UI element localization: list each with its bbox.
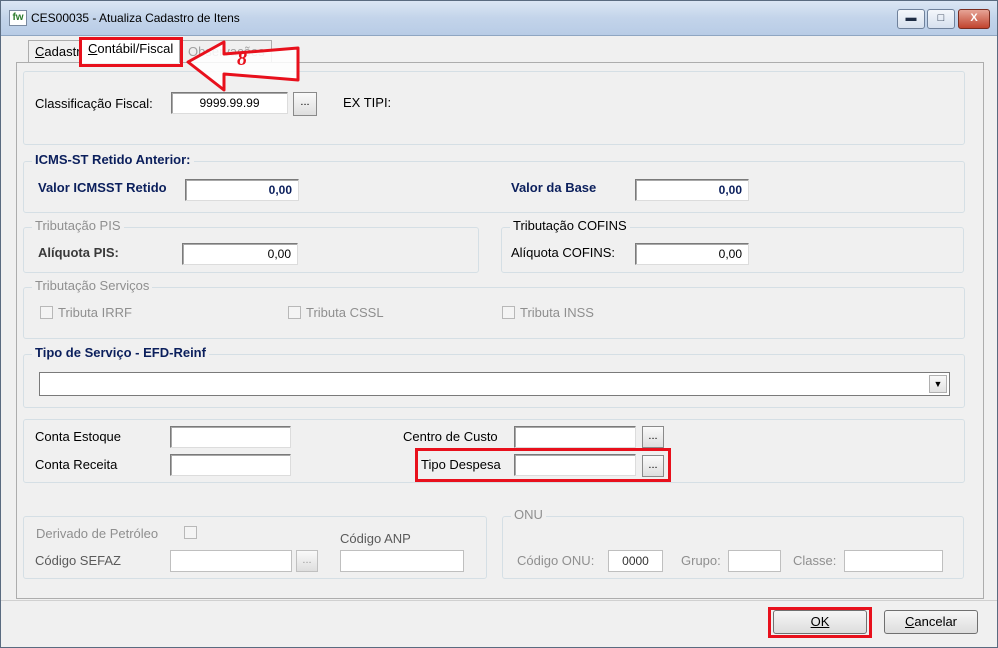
valor-icmsst-label: Valor ICMSST Retido	[38, 180, 167, 195]
codigo-onu-input[interactable]: 0000	[608, 550, 663, 572]
app-icon: fw	[9, 10, 27, 26]
tributacao-pis-title: Tributação PIS	[32, 218, 124, 234]
aliquota-cofins-input[interactable]: 0,00	[635, 243, 749, 265]
footer-divider	[1, 600, 997, 601]
cancel-button-label: ancelar	[914, 614, 958, 629]
highlight-tipo-despesa	[415, 448, 671, 482]
tributa-inss-label: Tributa INSS	[520, 305, 594, 320]
centro-custo-lookup-button[interactable]: ...	[642, 426, 664, 448]
icms-st-group-title: ICMS-ST Retido Anterior:	[32, 152, 194, 168]
dialog-window: fw CES00035 - Atualiza Cadastro de Itens…	[0, 0, 998, 648]
codigo-sefaz-label: Código SEFAZ	[35, 553, 121, 568]
tab-cadastro-mnemonic: C	[35, 44, 45, 59]
conta-estoque-label: Conta Estoque	[35, 429, 122, 444]
codigo-sefaz-lookup-button[interactable]: ...	[296, 550, 318, 572]
valor-icmsst-input[interactable]: 0,00	[185, 179, 299, 201]
derivado-petroleo-label: Derivado de Petróleo	[36, 526, 159, 541]
group-classificacao-fiscal	[23, 71, 965, 145]
tributa-irrf-checkbox[interactable]	[40, 306, 53, 319]
conta-receita-input[interactable]	[170, 454, 291, 476]
codigo-onu-label: Código ONU:	[517, 553, 595, 568]
tributa-cssl-label: Tributa CSSL	[306, 305, 384, 320]
onu-title: ONU	[511, 507, 546, 523]
group-tributacao-servicos: Tributação Serviços	[23, 278, 965, 339]
close-icon: X	[970, 12, 978, 24]
aliquota-pis-input[interactable]: 0,00	[182, 243, 298, 265]
highlight-tab-contabil	[79, 37, 183, 67]
centro-custo-label: Centro de Custo	[403, 429, 498, 444]
highlight-ok-button	[768, 607, 872, 638]
annotation-step-number: 8	[237, 48, 247, 70]
title-bar[interactable]: fw CES00035 - Atualiza Cadastro de Itens…	[1, 1, 997, 36]
tributa-inss-checkbox[interactable]	[502, 306, 515, 319]
tipo-servico-reinf-title: Tipo de Serviço - EFD-Reinf	[32, 345, 209, 361]
valor-base-label: Valor da Base	[511, 180, 597, 195]
conta-receita-label: Conta Receita	[35, 457, 118, 472]
close-button[interactable]: X	[958, 9, 990, 29]
maximize-button[interactable]: □	[927, 9, 955, 29]
tributa-cssl-checkbox[interactable]	[288, 306, 301, 319]
minimize-icon: ▬	[905, 12, 917, 24]
centro-custo-input[interactable]	[514, 426, 636, 448]
codigo-anp-label: Código ANP	[340, 531, 411, 546]
aliquota-cofins-label: Alíquota COFINS:	[511, 245, 616, 260]
codigo-sefaz-input[interactable]	[170, 550, 292, 572]
tributa-irrf-label: Tributa IRRF	[58, 305, 132, 320]
tipo-servico-reinf-select[interactable]: ▼	[39, 372, 950, 396]
cancel-button[interactable]: Cancelar	[884, 610, 978, 634]
valor-base-input[interactable]: 0,00	[635, 179, 749, 201]
minimize-button[interactable]: ▬	[897, 9, 925, 29]
tributacao-servicos-title: Tributação Serviços	[32, 278, 153, 294]
chevron-down-icon[interactable]: ▼	[929, 375, 947, 393]
classe-input[interactable]	[844, 550, 943, 572]
classe-label: Classe:	[793, 553, 837, 568]
classificacao-fiscal-label: Classificação Fiscal:	[35, 96, 153, 111]
ex-tipi-label: EX TIPI:	[343, 95, 392, 110]
aliquota-pis-label: Alíquota PIS:	[38, 245, 119, 260]
tributacao-cofins-title: Tributação COFINS	[510, 218, 630, 234]
conta-estoque-input[interactable]	[170, 426, 291, 448]
derivado-petroleo-checkbox[interactable]	[184, 526, 197, 539]
grupo-input[interactable]	[728, 550, 781, 572]
grupo-label: Grupo:	[681, 553, 721, 568]
window-title: CES00035 - Atualiza Cadastro de Itens	[31, 11, 240, 25]
maximize-icon: □	[937, 12, 945, 24]
codigo-anp-input[interactable]	[340, 550, 464, 572]
